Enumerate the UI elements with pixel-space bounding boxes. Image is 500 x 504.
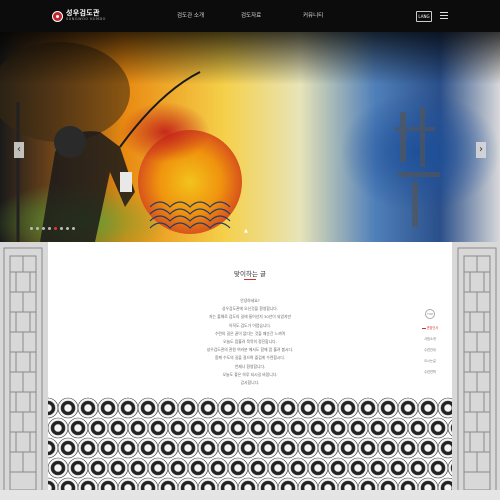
greeting-line: 오늘도 좋은 하루 되시길 바랍니다. xyxy=(222,371,278,377)
logo-mark-icon xyxy=(52,10,63,22)
wave-pattern xyxy=(48,390,452,500)
slide-dot[interactable] xyxy=(30,227,33,230)
greeting-line: 수련의 길은 끝이 없다는 것을 매순간 느끼며 xyxy=(214,330,286,336)
slide-dot[interactable] xyxy=(36,227,39,230)
slide-dot[interactable] xyxy=(48,227,51,230)
right-decor-panel xyxy=(452,242,500,500)
greeting-line: 저는 올해로 검도의 길에 들어선지 30년이 되었지만 xyxy=(209,314,291,320)
greeting-text: 안녕하세요? 성우검도관에 오신것을 환영합니다. 저는 올해로 검도의 길에 들어… xyxy=(48,297,452,387)
subnav-item[interactable]: 수련연혁 xyxy=(418,367,442,378)
slide-dot[interactable] xyxy=(54,227,57,230)
top-navigation-bar: 성우검도관 SUNGWOO KUMDO 검도관 소개 검도자료 커뮤니티 LAN… xyxy=(0,0,500,32)
site-logo[interactable]: 성우검도관 SUNGWOO KUMDO xyxy=(52,8,106,24)
greeting-line: 안녕하세요? xyxy=(240,298,260,303)
subnav-item[interactable]: 오시는길 xyxy=(418,356,442,367)
nav-item-resources[interactable]: 검도자료 xyxy=(241,0,261,32)
triangle-up-icon[interactable]: ▲ xyxy=(244,228,248,234)
next-slide-button[interactable]: › xyxy=(476,142,486,158)
prev-slide-button[interactable]: ‹ xyxy=(14,142,24,158)
slide-dot[interactable] xyxy=(42,227,45,230)
greeting-line: 아직도 검도가 어렵습니다. xyxy=(228,322,272,328)
greeting-line: 오늘도 땀흘려 묵묵히 정진합니다. xyxy=(223,338,277,344)
greeting-line: 함께 수도의 길을 걸으며 즐겁게 수련합시다. xyxy=(214,355,286,361)
logo-subtitle: SUNGWOO KUMDO xyxy=(66,17,106,22)
slide-dot[interactable] xyxy=(66,227,69,230)
sub-navigation: TOP 관장인사 사범소개 수련안내 오시는길 수련연혁 xyxy=(418,309,442,378)
greeting-line: 성우검도관의 관원 여러분 께서도 함께 땀 흘려 봅시다. xyxy=(206,347,294,353)
hamburger-icon[interactable] xyxy=(440,12,448,19)
top-button[interactable]: TOP xyxy=(425,309,435,319)
left-decor-panel xyxy=(0,242,48,500)
hero-artwork xyxy=(0,32,500,242)
subnav-item[interactable]: 수련안내 xyxy=(418,345,442,356)
lang-button[interactable]: LANG xyxy=(416,11,432,22)
greeting-line: 언제나 환영합니다. xyxy=(234,363,266,369)
greeting-line: 성우검도관에 오신것을 환영합니다. xyxy=(221,306,279,312)
logo-title: 성우검도관 xyxy=(66,9,100,18)
hero-banner: ‹ › xyxy=(0,32,500,242)
slide-indicators xyxy=(30,227,75,230)
greeting-line: 감사합니다. xyxy=(240,379,260,385)
subnav-item[interactable]: 사범소개 xyxy=(418,334,442,345)
slide-dot[interactable] xyxy=(60,227,63,230)
section-title: 맞이하는 글 xyxy=(234,270,266,278)
title-accent-bar xyxy=(244,279,256,280)
slide-dot[interactable] xyxy=(72,227,75,230)
nav-item-about[interactable]: 검도관 소개 xyxy=(177,0,204,32)
subnav-item[interactable]: 관장인사 xyxy=(418,323,442,334)
nav-item-community[interactable]: 커뮤니티 xyxy=(303,0,323,32)
footer-strip xyxy=(0,490,500,500)
greeting-section: 맞이하는 글 안녕하세요? 성우검도관에 오신것을 환영합니다. 저는 올해로 검도… xyxy=(48,242,452,500)
